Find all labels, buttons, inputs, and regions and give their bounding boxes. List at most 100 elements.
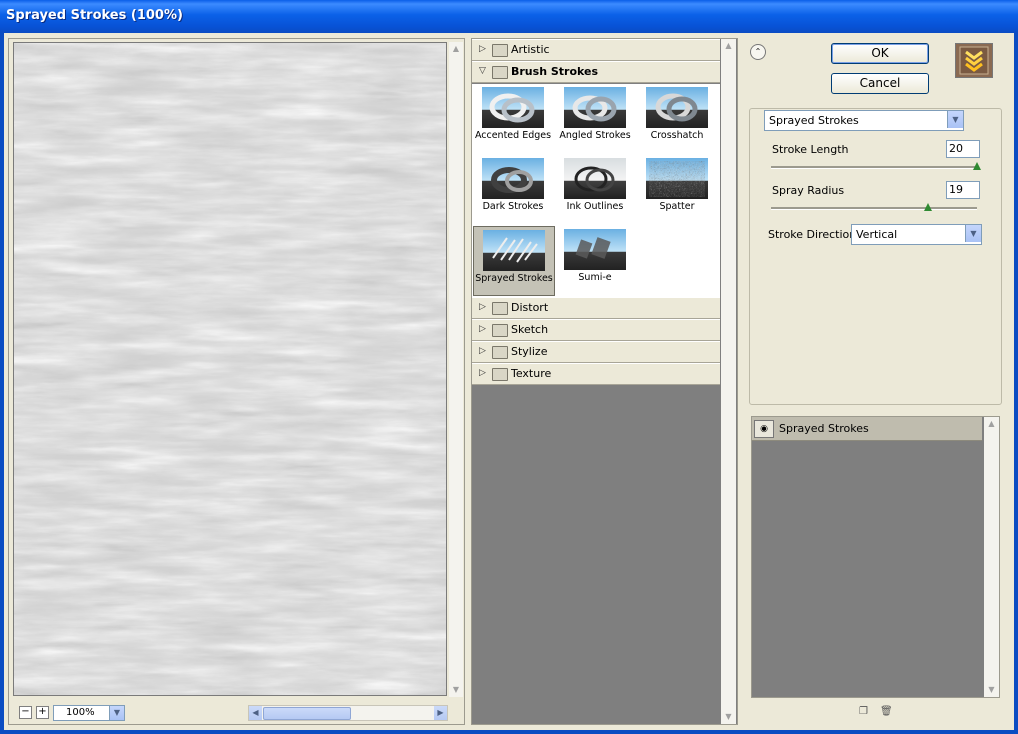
filter-caption: Angled Strokes (559, 130, 631, 141)
category-label: Brush Strokes (511, 65, 599, 78)
category-sketch[interactable]: ▷ Sketch (472, 319, 720, 341)
trash-icon[interactable]: 🗑 (880, 706, 893, 717)
stroke-direction-select[interactable]: Vertical ▼ (851, 224, 982, 245)
scroll-down-arrow-icon[interactable]: ▼ (984, 683, 999, 697)
expand-triangle-icon: ▷ (479, 368, 486, 378)
filter-caption: Ink Outlines (566, 201, 624, 212)
filter-gallery-logo-icon (955, 43, 993, 78)
category-label: Texture (511, 367, 552, 380)
window-frame-left (0, 33, 4, 734)
scroll-up-arrow-icon[interactable]: ▲ (449, 42, 463, 56)
scroll-up-arrow-icon[interactable]: ▲ (721, 39, 736, 53)
filter-spatter[interactable]: Spatter (637, 155, 717, 223)
layers-vertical-scrollbar[interactable]: ▲ ▼ (984, 417, 999, 697)
scroll-up-arrow-icon[interactable]: ▲ (984, 417, 999, 431)
scroll-down-arrow-icon[interactable]: ▼ (721, 710, 736, 724)
filter-thumbnail-image (482, 158, 544, 199)
stroke-length-label: Stroke Length (772, 143, 849, 156)
window-title: Sprayed Strokes (100%) (6, 8, 183, 23)
expand-triangle-icon: ▷ (479, 346, 486, 356)
zoom-level-select[interactable]: 100% ▼ (53, 705, 125, 721)
category-label: Distort (511, 301, 549, 314)
filter-caption: Sumi-e (578, 272, 612, 283)
chevron-down-icon[interactable]: ▼ (109, 706, 124, 720)
filter-crosshatch[interactable]: Crosshatch (637, 84, 717, 152)
folder-open-icon (492, 66, 508, 79)
filter-thumbnail-image (564, 87, 626, 128)
spray-radius-input[interactable]: 19 (946, 181, 980, 199)
expand-triangle-icon: ▷ (479, 302, 486, 312)
preview-horizontal-scrollbar[interactable]: ◀ ▶ (248, 705, 448, 721)
title-bar[interactable]: Sprayed Strokes (100%) (0, 0, 1018, 33)
expand-triangle-icon: ▷ (479, 324, 486, 334)
filter-gallery: ▷ Artistic ▽ Brush Strokes Accented Edge… (471, 38, 738, 725)
ok-button[interactable]: OK (831, 43, 929, 64)
filter-select-value: Sprayed Strokes (769, 114, 859, 127)
collapse-triangle-icon: ▽ (479, 66, 486, 76)
new-layer-icon[interactable]: ❐ (858, 706, 869, 717)
stroke-length-input[interactable]: 20 (946, 140, 980, 158)
category-distort[interactable]: ▷ Distort (472, 297, 720, 319)
stroke-direction-value: Vertical (856, 228, 898, 241)
filter-sumi-e[interactable]: Sumi-e (555, 226, 635, 294)
category-texture[interactable]: ▷ Texture (472, 363, 720, 385)
category-label: Stylize (511, 345, 548, 358)
preview-image[interactable] (13, 42, 447, 696)
double-chevron-up-icon[interactable]: ⌃ (750, 44, 766, 60)
zoom-level-value: 100% (66, 707, 95, 718)
preview-pane: ▲ ▼ − + 100% ▼ ◀ ▶ (8, 38, 465, 725)
category-artistic[interactable]: ▷ Artistic (472, 39, 720, 61)
gallery-vertical-scrollbar[interactable]: ▲ ▼ (721, 39, 736, 724)
category-label: Sketch (511, 323, 549, 336)
filter-sprayed-strokes[interactable]: Sprayed Strokes (473, 226, 555, 296)
filter-caption: Spatter (659, 201, 695, 212)
preview-vertical-scrollbar[interactable]: ▲ ▼ (449, 42, 463, 697)
filter-thumbnails: Accented Edges Angled Strokes Crosshatch… (472, 84, 720, 298)
filter-gallery-window: Sprayed Strokes (100%) ▲ ▼ − + 100% ▼ ◀ … (0, 0, 1018, 734)
filter-select[interactable]: Sprayed Strokes ▼ (764, 110, 964, 131)
filter-caption: Dark Strokes (482, 201, 544, 212)
eye-icon[interactable]: ◉ (754, 420, 774, 438)
window-frame-bottom (0, 730, 1018, 734)
spray-radius-label: Spray Radius (772, 184, 845, 197)
stroke-direction-label: Stroke Direction: (768, 228, 860, 241)
category-brush-strokes[interactable]: ▽ Brush Strokes (472, 61, 720, 83)
category-stylize[interactable]: ▷ Stylize (472, 341, 720, 363)
slider-knob[interactable] (923, 203, 932, 211)
filter-thumbnail-image (564, 229, 626, 270)
slider-knob[interactable] (973, 162, 981, 170)
zoom-bar: − + 100% ▼ ◀ ▶ (13, 704, 459, 722)
stroke-length-slider[interactable] (771, 162, 981, 171)
effect-layer-row[interactable]: ◉ Sprayed Strokes (752, 417, 982, 441)
filter-angled-strokes[interactable]: Angled Strokes (555, 84, 635, 152)
folder-icon (492, 324, 508, 337)
filter-thumbnail-image (483, 230, 545, 271)
folder-icon (492, 346, 508, 359)
zoom-out-button[interactable]: − (19, 706, 32, 719)
scroll-down-arrow-icon[interactable]: ▼ (449, 683, 463, 697)
filter-caption: Sprayed Strokes (475, 273, 553, 284)
filter-ink-outlines[interactable]: Ink Outlines (555, 155, 635, 223)
filter-thumbnail-image (646, 158, 708, 199)
window-frame-right (1014, 33, 1018, 734)
filter-thumbnail-image (646, 87, 708, 128)
filter-accented-edges[interactable]: Accented Edges (473, 84, 553, 152)
chevron-down-icon[interactable]: ▼ (947, 111, 963, 128)
effect-layers-panel: ◉ Sprayed Strokes ▲ ▼ (751, 416, 1000, 698)
chevron-down-icon[interactable]: ▼ (965, 225, 981, 242)
filter-thumbnail-image (482, 87, 544, 128)
filter-caption: Accented Edges (474, 130, 552, 141)
slider-track (771, 166, 977, 169)
scroll-left-arrow-icon[interactable]: ◀ (249, 706, 262, 720)
zoom-in-button[interactable]: + (36, 706, 49, 719)
spray-radius-slider[interactable] (771, 203, 977, 212)
filter-caption: Crosshatch (650, 130, 704, 141)
filter-dark-strokes[interactable]: Dark Strokes (473, 155, 553, 223)
folder-icon (492, 302, 508, 315)
sprayed-strokes-texture (14, 43, 446, 695)
scroll-right-arrow-icon[interactable]: ▶ (434, 706, 447, 720)
cancel-button[interactable]: Cancel (831, 73, 929, 94)
effect-layer-name: Sprayed Strokes (779, 422, 869, 435)
slider-track (771, 207, 977, 210)
scrollbar-thumb[interactable] (263, 707, 351, 720)
